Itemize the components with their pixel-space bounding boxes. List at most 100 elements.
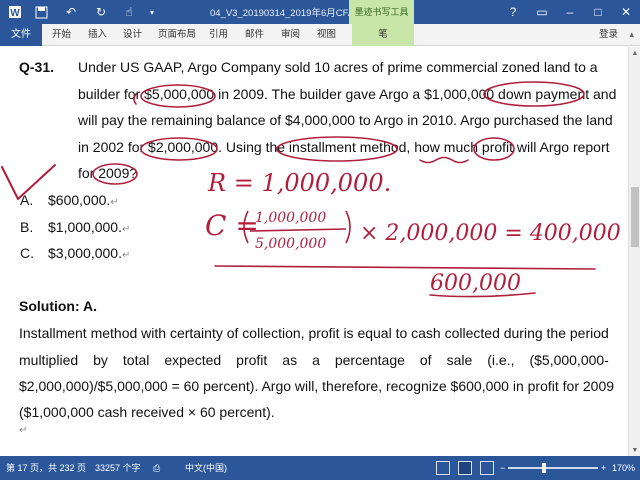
tab-file[interactable]: 文件 bbox=[0, 24, 42, 46]
ink-c-letter: C = bbox=[205, 209, 259, 242]
question-line-5: for 2009? bbox=[78, 165, 138, 181]
word-count[interactable]: 33257 个字 bbox=[95, 456, 141, 480]
ink-result-underline bbox=[429, 292, 536, 298]
zoom-in-button[interactable]: + bbox=[601, 456, 606, 480]
read-mode-icon[interactable] bbox=[436, 461, 450, 475]
question-number: Q-31. bbox=[19, 59, 55, 75]
zoom-level[interactable]: 170% bbox=[612, 456, 635, 480]
ink-paren-left bbox=[243, 210, 249, 244]
ink-fraction-bar bbox=[249, 228, 347, 232]
solution-line-4: ($1,000,000 cash received × 60 percent). bbox=[19, 404, 275, 420]
ink-c-numerator: 1,000,000 bbox=[255, 210, 326, 226]
ink-c-denominator: 5,000,000 bbox=[255, 236, 326, 252]
option-b-value: $1,000,000.↵ bbox=[48, 219, 131, 235]
status-bar: 第 17 页，共 232 页 33257 个字 ⎙ 中文(中国) − + 170… bbox=[0, 456, 640, 480]
tab-view[interactable]: 视图 bbox=[317, 24, 336, 46]
solution-word: total bbox=[122, 352, 150, 368]
option-c-value: $3,000,000.↵ bbox=[48, 245, 131, 261]
solution-word: ($5,000,000- bbox=[529, 352, 609, 368]
scroll-up-arrow-icon[interactable]: ▲ bbox=[629, 47, 640, 59]
word-logo-icon: W bbox=[6, 3, 24, 21]
solution-line-1: Installment method with certainty of collecti… bbox=[19, 325, 609, 341]
solution-word: expected bbox=[164, 352, 222, 368]
solution-word: by bbox=[93, 352, 108, 368]
solution-word: multiplied bbox=[19, 352, 79, 368]
solution-word: to bbox=[395, 325, 408, 341]
solution-word: of bbox=[419, 352, 432, 368]
svg-text:W: W bbox=[10, 8, 20, 19]
ink-paren-right bbox=[345, 210, 351, 244]
web-layout-icon[interactable] bbox=[480, 461, 494, 475]
scroll-down-arrow-icon[interactable]: ▼ bbox=[629, 444, 640, 456]
tab-layout[interactable]: 页面布局 bbox=[158, 24, 196, 46]
zoom-slider-thumb[interactable] bbox=[542, 463, 546, 473]
vertical-scrollbar[interactable]: ▲ ▼ bbox=[628, 47, 640, 456]
solution-word: is bbox=[343, 325, 354, 341]
tab-references[interactable]: 引用 bbox=[209, 24, 228, 46]
tab-mailings[interactable]: 邮件 bbox=[245, 24, 264, 46]
option-a-label: A. bbox=[20, 192, 34, 208]
option-b-label: B. bbox=[20, 219, 34, 235]
option-c-label: C. bbox=[20, 245, 34, 261]
touch-mode-icon[interactable]: ☝ bbox=[120, 3, 138, 21]
language[interactable]: 中文(中国) bbox=[185, 456, 227, 480]
customize-toolbar-icon[interactable]: ▾ bbox=[143, 3, 161, 21]
solution-word: equal bbox=[357, 325, 392, 341]
solution-heading: Solution: A. bbox=[19, 298, 98, 314]
collapse-ribbon-icon[interactable]: ▴ bbox=[629, 29, 634, 40]
solution-word: the bbox=[546, 325, 566, 341]
tab-home[interactable]: 开始 bbox=[52, 24, 71, 46]
page-count[interactable]: 第 17 页，共 232 页 bbox=[6, 456, 86, 480]
tab-design[interactable]: 设计 bbox=[123, 24, 142, 46]
help-button[interactable]: ? bbox=[501, 0, 525, 24]
minimize-button[interactable]: – bbox=[558, 0, 582, 24]
solution-word: a bbox=[312, 352, 320, 368]
maximize-button[interactable]: □ bbox=[586, 0, 610, 24]
solution-word: of bbox=[226, 325, 239, 341]
tab-pen[interactable]: 笔 bbox=[352, 24, 414, 46]
zoom-slider-track[interactable] bbox=[508, 467, 598, 469]
solution-word: period bbox=[569, 325, 609, 341]
ink-result: 600,000 bbox=[430, 271, 521, 296]
paragraph-mark: ↵ bbox=[19, 425, 28, 436]
solution-word: profit bbox=[236, 352, 268, 368]
solution-word: certainty bbox=[169, 325, 223, 341]
ink-c-multiplication: × 2,000,000 = 400,000 bbox=[360, 221, 621, 246]
close-button[interactable]: ✕ bbox=[614, 0, 638, 24]
solution-word: method bbox=[90, 325, 138, 341]
ribbon-options-button[interactable]: ▭ bbox=[530, 0, 554, 24]
solution-word: profit bbox=[308, 325, 340, 341]
solution-word: cash bbox=[411, 325, 441, 341]
solution-word: collected bbox=[444, 325, 500, 341]
ink-tools-context-label: 墨迹书写工具 bbox=[349, 0, 414, 24]
title-bar: W ↶ ↻ ☝ ▾ 04_V3_20190314_2019年6月CFA一级百题预… bbox=[0, 0, 640, 24]
proofing-icon[interactable]: ⎙ bbox=[153, 456, 160, 480]
solution-word: percentage bbox=[334, 352, 405, 368]
solution-word: with bbox=[141, 325, 167, 341]
question-line-2: builder for $5,000,000 in 2009. The buil… bbox=[78, 86, 617, 102]
redo-icon[interactable]: ↻ bbox=[92, 3, 110, 21]
question-line-4: in 2002 for $2,000,000. Using the instal… bbox=[78, 139, 610, 155]
solution-line-2: multiplied by total expected profit as a percen… bbox=[19, 352, 609, 368]
ribbon-tabs: 文件 开始 插入 设计 页面布局 引用 邮件 审阅 视图 笔 登录 ▴ bbox=[0, 24, 640, 46]
print-layout-icon[interactable] bbox=[458, 461, 472, 475]
save-icon[interactable] bbox=[32, 3, 50, 21]
solution-line-3: $2,000,000)/$5,000,000 = 60 percent). Ar… bbox=[19, 378, 615, 394]
zoom-out-button[interactable]: − bbox=[500, 456, 505, 480]
ink-underline-how-much bbox=[419, 156, 469, 164]
tab-insert[interactable]: 插入 bbox=[88, 24, 107, 46]
scrollbar-thumb[interactable] bbox=[631, 187, 639, 247]
question-line-1: Under US GAAP, Argo Company sold 10 acre… bbox=[78, 59, 598, 75]
ink-separator-line bbox=[214, 265, 596, 270]
solution-word: (i.e., bbox=[487, 352, 515, 368]
option-a-value: $600,000.↵ bbox=[48, 192, 119, 208]
undo-icon[interactable]: ↶ bbox=[62, 3, 80, 21]
tab-review[interactable]: 审阅 bbox=[281, 24, 300, 46]
solution-word: sale bbox=[446, 352, 473, 368]
solution-word: during bbox=[503, 325, 543, 341]
document-page[interactable]: Q-31. Under US GAAP, Argo Company sold 1… bbox=[0, 47, 640, 456]
solution-word: collection, bbox=[242, 325, 305, 341]
ink-handwriting: R = 1,000,000. C = 1,000,000 5,000,000 ×… bbox=[205, 169, 621, 296]
solution-word: as bbox=[282, 352, 298, 368]
sign-in-link[interactable]: 登录 bbox=[599, 24, 618, 46]
